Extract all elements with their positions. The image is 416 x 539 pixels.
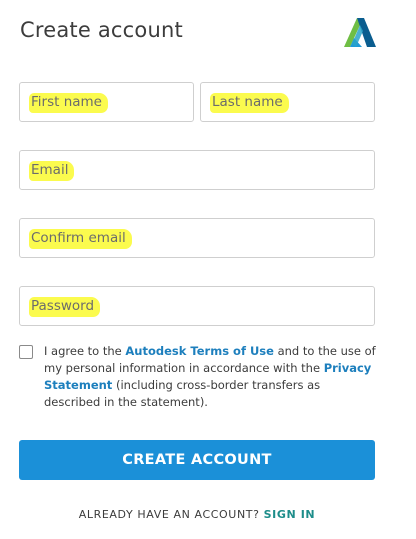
first-name-placeholder: First name bbox=[29, 93, 108, 113]
email-field[interactable]: Email bbox=[19, 150, 375, 190]
consent-text: I agree to the Autodesk Terms of Use and… bbox=[44, 343, 376, 411]
page-title: Create account bbox=[20, 18, 183, 42]
confirm-email-placeholder: Confirm email bbox=[29, 229, 132, 249]
signin-row: ALREADY HAVE AN ACCOUNT? SIGN IN bbox=[0, 508, 394, 521]
terms-of-use-link[interactable]: Autodesk Terms of Use bbox=[125, 344, 274, 358]
create-account-button[interactable]: CREATE ACCOUNT bbox=[19, 440, 375, 480]
signin-prompt: ALREADY HAVE AN ACCOUNT? bbox=[78, 508, 260, 521]
terms-checkbox[interactable] bbox=[19, 345, 33, 359]
password-placeholder: Password bbox=[29, 297, 101, 317]
autodesk-logo-icon bbox=[344, 18, 376, 47]
consent-text-1: I agree to the bbox=[44, 344, 126, 358]
last-name-placeholder: Last name bbox=[210, 93, 289, 113]
last-name-field[interactable]: Last name bbox=[200, 82, 375, 122]
email-placeholder: Email bbox=[29, 161, 75, 181]
first-name-field[interactable]: First name bbox=[19, 82, 194, 122]
password-field[interactable]: Password bbox=[19, 286, 375, 326]
sign-in-link[interactable]: SIGN IN bbox=[264, 508, 316, 521]
confirm-email-field[interactable]: Confirm email bbox=[19, 218, 375, 258]
